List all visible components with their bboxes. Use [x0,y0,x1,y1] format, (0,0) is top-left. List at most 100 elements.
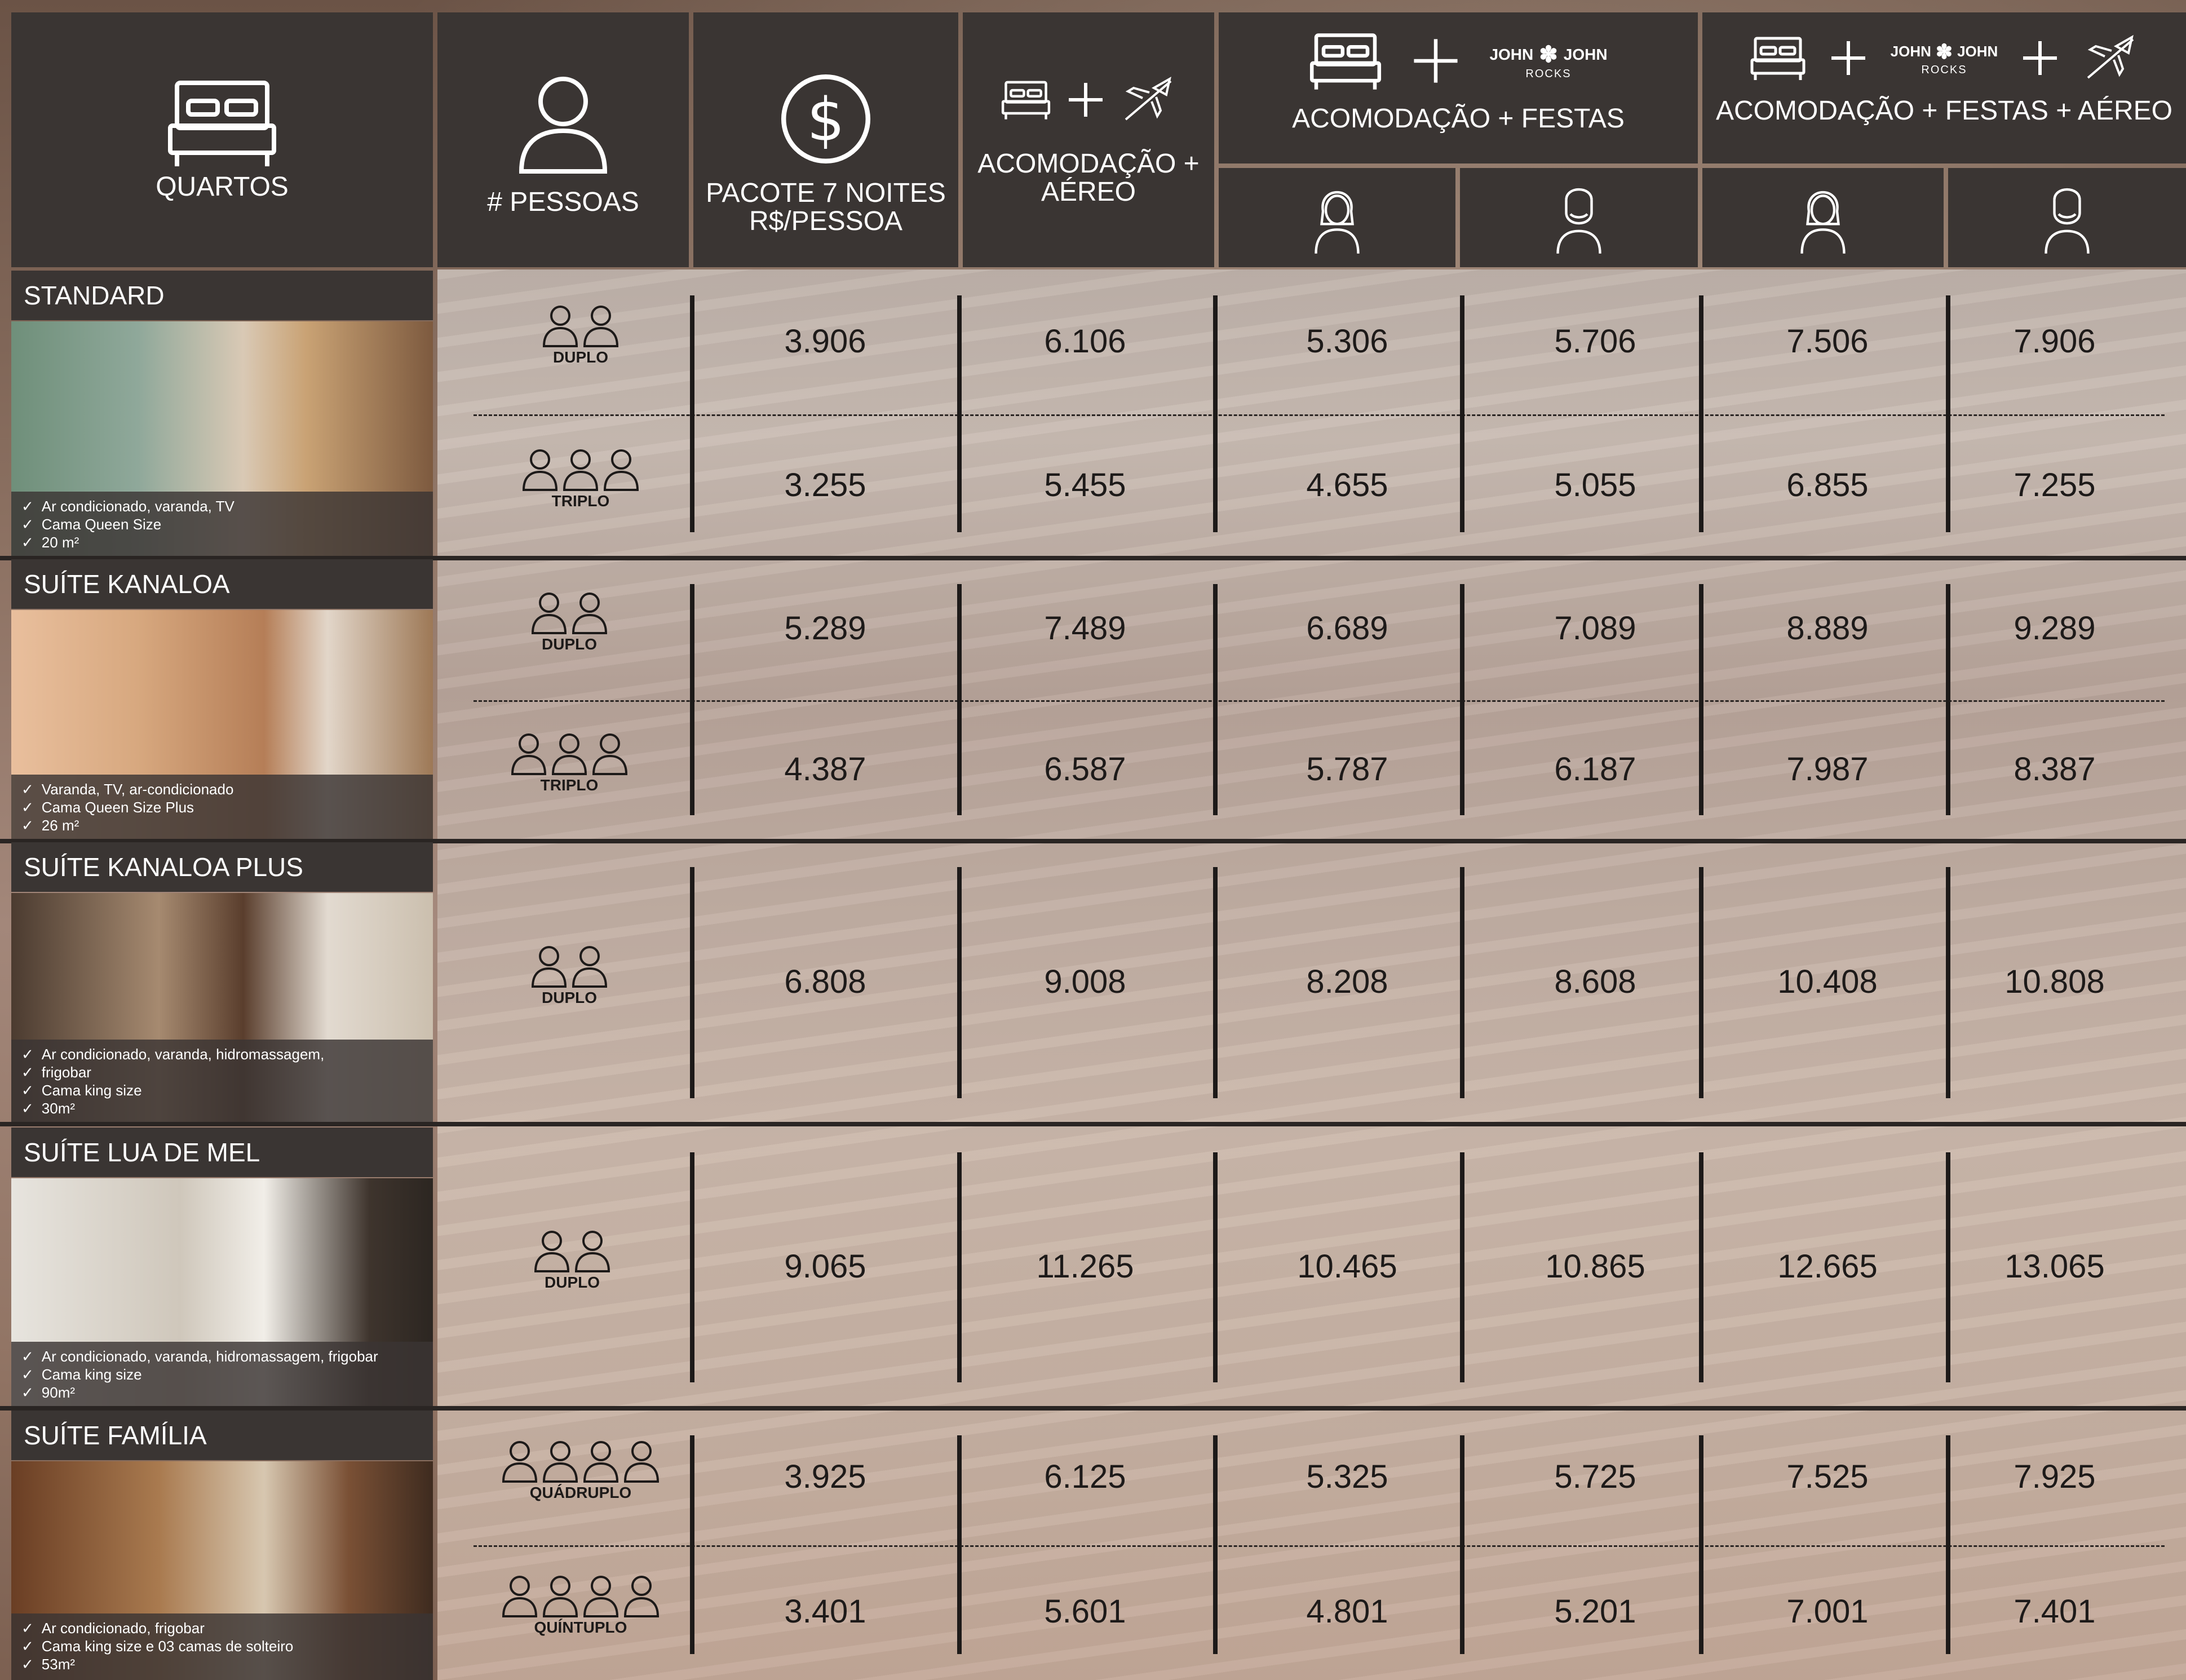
john-john-logo: JOHN ✽ JOHN ROCKS [1489,42,1607,81]
bed-icon [1750,37,1806,80]
room-feature: Cama Queen Size [21,515,426,533]
price-cell: 9.289 [2014,610,2096,647]
column-divider [690,1152,694,1382]
price-cell: 10.408 [1777,963,1878,1000]
row-divider [474,1545,2165,1547]
occupancy-icons [501,1573,660,1619]
brand-left: JOHN [1890,43,1931,60]
occupancy-cell: DUPLO [530,590,608,653]
price-cell: 8.608 [1554,963,1636,1000]
price-cell: 7.506 [1786,322,1869,360]
column-divider [1699,1152,1703,1382]
room-feature: Cama king size [21,1081,426,1099]
airplane-icon [2087,35,2134,79]
person-outline-icon [502,1575,538,1617]
occupancy-cell: DUPLO [533,1228,611,1292]
occupancy-icons [510,731,629,776]
column-divider [1460,295,1464,532]
acc-air-title-line1: ACOMODAÇÃO + [977,149,1200,179]
price-cell: 7.987 [1786,751,1869,788]
header-acc-parties-air: JOHN ✽ JOHN ROCKS ACOMODAÇÃO + FESTAS + … [1702,12,2186,163]
column-divider [1699,584,1703,815]
person-outline-icon [551,733,587,775]
room-feature: Varanda, TV, ar-condicionado [21,780,426,798]
john-john-logo: JOHN ✽ JOHN ROCKS [1891,40,1998,77]
bed-icon [1310,33,1382,90]
person-outline-icon [592,733,628,775]
column-divider [1946,584,1950,815]
price-cell: 7.401 [2014,1593,2096,1630]
price-cell: 3.906 [784,322,866,360]
block-separator [0,1406,2186,1411]
header-rooms: QUARTOS [11,12,433,267]
person-icon [519,77,608,174]
person-outline-icon [574,1231,610,1272]
occupancy-cell: QUÍNTUPLO [501,1573,660,1637]
plus-icon [1831,41,1865,75]
row-divider [474,700,2165,702]
room-name: SUÍTE KANALOA PLUS [11,842,433,892]
acc-parties-air-title: ACOMODAÇÃO + FESTAS + AÉREO [1716,96,2172,126]
column-divider [1213,1152,1218,1382]
occupancy-cell: TRIPLO [510,731,629,794]
skull-keys-icon: ✽ [1935,39,1953,63]
bearded-man-icon [1556,188,1601,254]
room-feature: Ar condicionado, varanda, hidromassagem,… [21,1347,426,1365]
occupancy-label: TRIPLO [540,776,599,794]
room-name: SUÍTE KANALOA [11,559,433,609]
room-features: Varanda, TV, ar-condicionadoCama Queen S… [11,775,433,841]
brand-sub: ROCKS [1921,63,1967,76]
room-name: SUÍTE LUA DE MEL [11,1128,433,1177]
column-divider [690,867,694,1098]
occupancy-icons [542,303,619,348]
room-feature: Ar condicionado, varanda, TV [21,497,426,515]
occupancy-icons [501,1439,660,1484]
price-cell: 5.455 [1044,466,1126,503]
price-cell: 4.801 [1306,1593,1388,1630]
room-feature: Ar condicionado, frigobar [21,1619,426,1637]
woman-icon [1800,191,1846,254]
column-divider [1213,584,1218,815]
person-outline-icon [542,1575,578,1617]
person-outline-icon [531,593,567,634]
plus-icon [2023,41,2057,75]
room-feature: Cama Queen Size Plus [21,798,426,816]
room-name: STANDARD [11,271,433,320]
header-acc-parties-air-female [1702,168,1944,267]
pricing-table: QUARTOS # PESSOAS $ PACOTE 7 NOITES R$/P… [0,0,2186,1680]
header-persons: # PESSOAS [437,12,689,267]
column-divider [1460,1152,1464,1382]
price-cell: 6.689 [1306,610,1388,647]
header-acc-parties: JOHN ✽ JOHN ROCKS ACOMODAÇÃO + FESTAS [1219,12,1698,163]
column-divider [1460,1435,1464,1654]
person-outline-icon [511,733,547,775]
persons-column-title: # PESSOAS [487,187,639,217]
airplane-icon [1125,77,1172,121]
skull-keys-icon: ✽ [1539,42,1558,67]
occupancy-icons [530,590,608,635]
column-divider [957,1152,962,1382]
header-package: $ PACOTE 7 NOITES R$/PESSOA [693,12,958,267]
header-acc-parties-female [1219,168,1455,267]
package-title-line1: PACOTE 7 NOITES [706,178,946,208]
svg-text:$: $ [807,85,844,154]
price-cell: 8.208 [1306,963,1388,1000]
column-divider [1213,1435,1218,1654]
price-cell: 7.089 [1554,610,1636,647]
price-cell: 5.725 [1554,1458,1636,1495]
bearded-man-icon [2045,188,2090,254]
column-divider [957,1435,962,1654]
price-cell: 7.525 [1786,1458,1869,1495]
price-cell: 6.587 [1044,751,1126,788]
header-acc-parties-air-male [1948,168,2186,267]
person-outline-icon [542,1440,578,1483]
column-divider [957,867,962,1098]
occupancy-icons [530,944,608,989]
dollar-icon: $ [781,74,871,164]
price-cell: 10.808 [2004,963,2105,1000]
person-outline-icon [583,1440,619,1483]
person-outline-icon [534,1231,570,1272]
occupancy-label: DUPLO [542,989,597,1006]
column-divider [1946,295,1950,532]
acc-parties-title: ACOMODAÇÃO + FESTAS [1292,104,1625,134]
